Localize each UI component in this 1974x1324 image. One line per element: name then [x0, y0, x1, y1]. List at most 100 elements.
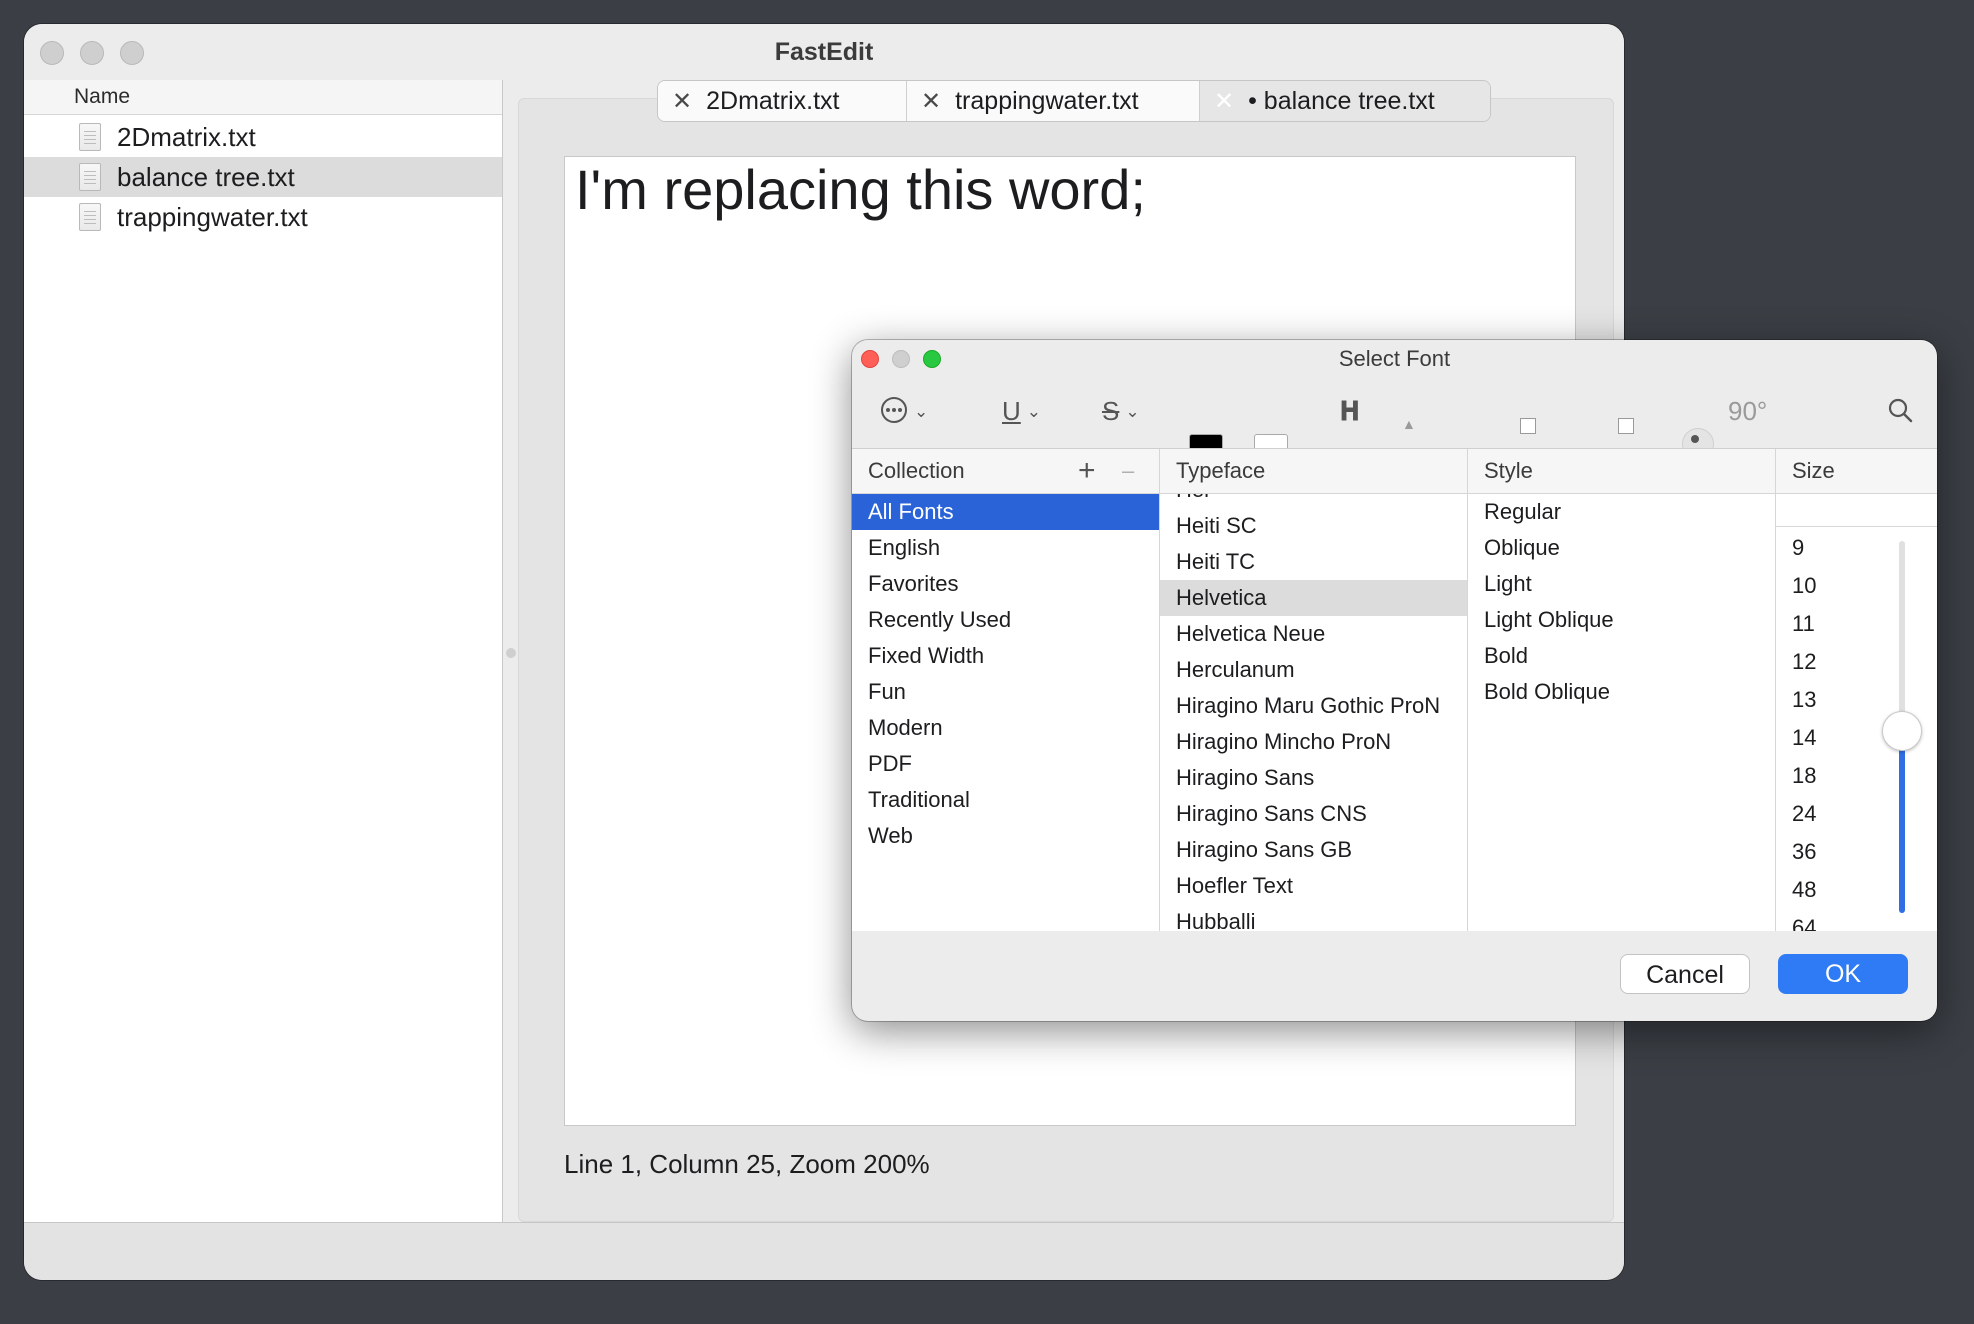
- sidebar-column-header[interactable]: Name: [24, 80, 502, 115]
- typeface-list[interactable]: Hei Heiti SC Heiti TC Helvetica Helvetic…: [1160, 494, 1467, 931]
- titlebar: FastEdit: [24, 24, 1624, 80]
- file-name: balance tree.txt: [117, 161, 295, 192]
- style-item[interactable]: Light: [1468, 566, 1775, 602]
- typeface-item[interactable]: Hiragino Sans CNS: [1160, 796, 1467, 832]
- chevron-down-icon: ⌄: [1026, 402, 1042, 421]
- collection-item[interactable]: English: [852, 530, 1159, 566]
- search-button[interactable]: [1886, 396, 1914, 431]
- tab-label: • balance tree.txt: [1248, 86, 1435, 115]
- size-input[interactable]: [1776, 494, 1937, 527]
- size-slider-fill: [1899, 729, 1905, 913]
- typeface-column: Typeface Hei Heiti SC Heiti TC Helvetica…: [1160, 449, 1468, 931]
- style-item[interactable]: Bold Oblique: [1468, 674, 1775, 710]
- chevron-down-icon: ⌄: [1125, 402, 1140, 421]
- typeface-item[interactable]: Heiti SC: [1160, 508, 1467, 544]
- style-item[interactable]: Light Oblique: [1468, 602, 1775, 638]
- collection-item[interactable]: Fun: [852, 674, 1159, 710]
- collection-item[interactable]: All Fonts: [852, 494, 1159, 530]
- size-item[interactable]: 9: [1776, 529, 1937, 567]
- typeface-item[interactable]: Hubballi: [1160, 904, 1467, 931]
- actions-menu[interactable]: ⌄: [880, 396, 928, 427]
- tab-label: 2Dmatrix.txt: [706, 86, 840, 115]
- close-tab-icon[interactable]: ✕: [921, 87, 941, 116]
- tab-trappingwater[interactable]: ✕ trappingwater.txt: [907, 81, 1200, 121]
- collection-column: Collection + – All Fonts English Favorit…: [852, 449, 1160, 931]
- tab-label: trappingwater.txt: [955, 86, 1139, 115]
- style-item[interactable]: Bold: [1468, 638, 1775, 674]
- typeface-item[interactable]: Hiragino Sans: [1160, 760, 1467, 796]
- size-header: Size: [1776, 449, 1937, 494]
- typeface-item[interactable]: Hei: [1160, 494, 1467, 508]
- shadow-angle-value: 90°: [1728, 396, 1768, 426]
- underline-icon: U: [1002, 396, 1021, 426]
- typeface-item[interactable]: Heiti TC: [1160, 544, 1467, 580]
- collection-item[interactable]: Favorites: [852, 566, 1159, 602]
- shadow-offset-icon: [1618, 418, 1634, 434]
- font-panel: Select Font ⌄ U ⌄ S ⌄ 𝐇 ▲ 90° Collection…: [852, 340, 1937, 1021]
- file-name: trappingwater.txt: [117, 201, 308, 232]
- text-shadow-icon[interactable]: 𝐇: [1340, 396, 1359, 428]
- shadow-blur-icon: [1520, 418, 1536, 434]
- strikethrough-menu[interactable]: S ⌄: [1102, 396, 1140, 427]
- style-column: Style Regular Oblique Light Light Obliqu…: [1468, 449, 1776, 931]
- size-item[interactable]: 10: [1776, 567, 1937, 605]
- add-collection-icon[interactable]: +: [1078, 449, 1096, 493]
- file-row[interactable]: balance tree.txt: [24, 157, 502, 197]
- window-title: FastEdit: [774, 38, 874, 66]
- size-item[interactable]: 12: [1776, 643, 1937, 681]
- underline-menu[interactable]: U ⌄: [1002, 396, 1041, 427]
- strikethrough-icon: S: [1102, 396, 1120, 426]
- size-item[interactable]: 18: [1776, 757, 1937, 795]
- typeface-header: Typeface: [1160, 449, 1467, 494]
- size-item[interactable]: 36: [1776, 833, 1937, 871]
- collection-header-label: Collection: [868, 458, 965, 483]
- style-item[interactable]: Oblique: [1468, 530, 1775, 566]
- panel-title: Select Font: [1338, 346, 1451, 371]
- editor-text: I'm replacing this word;: [575, 158, 1146, 221]
- typeface-item[interactable]: Hoefler Text: [1160, 868, 1467, 904]
- size-item[interactable]: 48: [1776, 871, 1937, 909]
- status-line: Line 1, Column 25, Zoom 200%: [564, 1149, 930, 1179]
- collection-item[interactable]: Fixed Width: [852, 638, 1159, 674]
- tab-2dmatrix[interactable]: ✕ 2Dmatrix.txt: [658, 81, 907, 121]
- chevron-down-icon: ⌄: [914, 402, 929, 421]
- collection-item[interactable]: Recently Used: [852, 602, 1159, 638]
- shadow-opacity-icon: ▲: [1402, 416, 1416, 432]
- collection-item[interactable]: Traditional: [852, 782, 1159, 818]
- size-item[interactable]: 24: [1776, 795, 1937, 833]
- collection-item[interactable]: Web: [852, 818, 1159, 854]
- file-row[interactable]: trappingwater.txt: [24, 197, 502, 237]
- typeface-item[interactable]: Hiragino Mincho ProN: [1160, 724, 1467, 760]
- tab-bar: ✕ 2Dmatrix.txt ✕ trappingwater.txt ✕ • b…: [657, 80, 1491, 122]
- font-toolbar: ⌄ U ⌄ S ⌄ 𝐇 ▲ 90°: [852, 376, 1937, 474]
- collection-item[interactable]: Modern: [852, 710, 1159, 746]
- cancel-button[interactable]: Cancel: [1620, 954, 1750, 994]
- size-item[interactable]: 64: [1776, 909, 1937, 931]
- typeface-item[interactable]: Herculanum: [1160, 652, 1467, 688]
- ellipsis-circle-icon: [881, 397, 907, 423]
- close-tab-icon[interactable]: ✕: [672, 87, 692, 116]
- close-tab-icon[interactable]: ✕: [1214, 87, 1234, 116]
- typeface-item[interactable]: Helvetica: [1160, 580, 1467, 616]
- style-header: Style: [1468, 449, 1775, 494]
- collection-header: Collection + –: [852, 449, 1159, 494]
- typeface-item[interactable]: Helvetica Neue: [1160, 616, 1467, 652]
- typeface-item[interactable]: Hiragino Maru Gothic ProN: [1160, 688, 1467, 724]
- size-slider-knob[interactable]: [1882, 711, 1922, 751]
- split-view-handle[interactable]: [506, 648, 516, 658]
- text-file-icon: [79, 203, 101, 231]
- bottom-bar: [24, 1222, 1624, 1280]
- size-column: Size 9 10 11 12 13 14 18 24 36 48 64: [1776, 449, 1937, 931]
- file-sidebar: Name 2Dmatrix.txt balance tree.txt trapp…: [24, 80, 503, 1222]
- file-row[interactable]: 2Dmatrix.txt: [24, 117, 502, 157]
- size-item[interactable]: 11: [1776, 605, 1937, 643]
- tab-balance-tree[interactable]: ✕ • balance tree.txt: [1200, 81, 1490, 121]
- ok-button[interactable]: OK: [1778, 954, 1908, 994]
- remove-collection-icon[interactable]: –: [1122, 449, 1134, 493]
- typeface-item[interactable]: Hiragino Sans GB: [1160, 832, 1467, 868]
- text-file-icon: [79, 123, 101, 151]
- search-icon: [1888, 398, 1913, 423]
- collection-item[interactable]: PDF: [852, 746, 1159, 782]
- style-item[interactable]: Regular: [1468, 494, 1775, 530]
- text-file-icon: [79, 163, 101, 191]
